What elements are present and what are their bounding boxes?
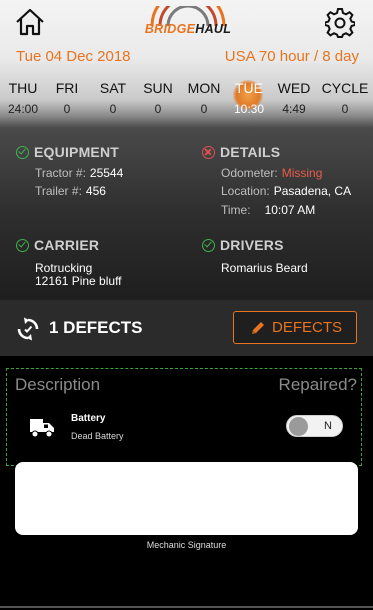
odometer-label: Odometer: [221,166,278,180]
trailer-row: Trailer #: 456 [35,184,106,198]
trailer-value: 456 [85,184,106,198]
location-value: Pasadena, CA [273,184,352,198]
details-title-text: DETAILS [220,144,281,160]
carrier-section-title[interactable]: CARRIER [16,237,99,253]
day-name: THU [8,80,38,96]
defect-item-subtitle: Dead Battery [71,431,124,441]
day-name: FRI [55,80,79,96]
time-label: Time: [221,203,251,217]
day-cycle: CYCLE 0 [318,80,372,116]
trailer-label: Trailer #: [35,184,82,198]
defects-button-label: DEFECTS [272,319,343,336]
time-value: 10:07 AM [264,203,316,217]
logo-text-bridge: BRIDGE [144,22,196,36]
mechanic-signature-label: Mechanic Signature [146,540,227,550]
repaired-value: N [324,420,332,432]
defect-item-title: Battery [71,413,106,424]
description-header: Description [15,375,101,394]
equipment-title-text: EQUIPMENT [34,144,120,160]
gear-icon [324,8,356,38]
drivers-title-text: DRIVERS [220,237,284,253]
check-circle-icon [16,239,29,252]
day-sun[interactable]: SUN 0 [135,80,181,116]
location-row: Location: Pasadena, CA [221,184,351,198]
drivers-section-title[interactable]: DRIVERS [202,237,284,253]
toggle-knob [289,417,308,436]
check-circle-icon [16,146,29,159]
tractor-row: Tractor #: 25544 [35,166,123,180]
logo-text-haul: HAUL [195,22,232,36]
day-name: SAT [99,80,127,96]
tractor-label: Tractor #: [35,166,86,180]
day-hours: 0 [200,102,208,116]
day-name: WED [277,80,311,96]
repaired-toggle[interactable]: N [286,415,343,437]
inspection-info-panel: EQUIPMENT Tractor #: 25544 Trailer #: 456 … [0,128,373,300]
pencil-icon [252,322,264,334]
check-circle-icon [202,239,215,252]
truck-icon [30,419,54,438]
details-section-title[interactable]: DETAILS [202,144,280,160]
home-icon [16,8,44,36]
driver-name: Romarius Beard [221,261,308,275]
time-row: Time: 10:07 AM [221,203,315,217]
repaired-header: Repaired? [278,375,357,394]
day-name: CYCLE [321,80,369,96]
day-thu[interactable]: THU 24:00 [0,80,46,116]
carrier-name: Rotrucking [35,261,93,275]
week-summary: THU 24:00 FRI 0 SAT 0 SUN 0 MON 0 TUE 10… [0,80,373,120]
day-wed[interactable]: WED 4:49 [271,80,317,116]
day-sat[interactable]: SAT 0 [90,80,136,116]
app-logo: BRIDGEHAUL [138,6,238,40]
day-name: SUN [143,80,173,96]
defects-button[interactable]: DEFECTS [233,311,357,344]
equipment-section-title[interactable]: EQUIPMENT [16,144,119,160]
carrier-address: 12161 Pine bluff [35,274,122,288]
mechanic-signature-pad[interactable] [15,462,358,535]
day-hours: 0 [341,102,349,116]
x-circle-icon [202,146,215,159]
carrier-title-text: CARRIER [34,237,100,253]
day-name: TUE [235,80,263,96]
defects-bar: 1 DEFECTS DEFECTS [0,300,373,356]
day-mon[interactable]: MON 0 [181,80,227,116]
day-name: MON [187,80,221,96]
home-button[interactable] [14,8,46,36]
defects-list: Description Repaired? Battery Dead Batte… [6,368,362,466]
tractor-value: 25544 [89,166,124,180]
odometer-row: Odometer: Missing [221,166,322,180]
day-hours: 0 [109,102,117,116]
sync-icon[interactable] [16,317,40,341]
current-date: Tue 04 Dec 2018 [16,48,131,65]
bottom-divider [0,606,373,608]
day-tue[interactable]: TUE 10:30 [226,80,272,116]
day-hours: 0 [63,102,71,116]
defects-count: 1 DEFECTS [49,318,143,337]
cycle-rule: USA 70 hour / 8 day [224,48,359,65]
day-fri[interactable]: FRI 0 [44,80,90,116]
settings-button[interactable] [324,8,356,38]
day-hours: 24:00 [7,102,39,116]
location-label: Location: [221,184,270,198]
day-hours: 0 [154,102,162,116]
day-hours: 10:30 [233,102,265,116]
odometer-value: Missing [281,166,323,180]
day-hours: 4:49 [282,102,306,116]
